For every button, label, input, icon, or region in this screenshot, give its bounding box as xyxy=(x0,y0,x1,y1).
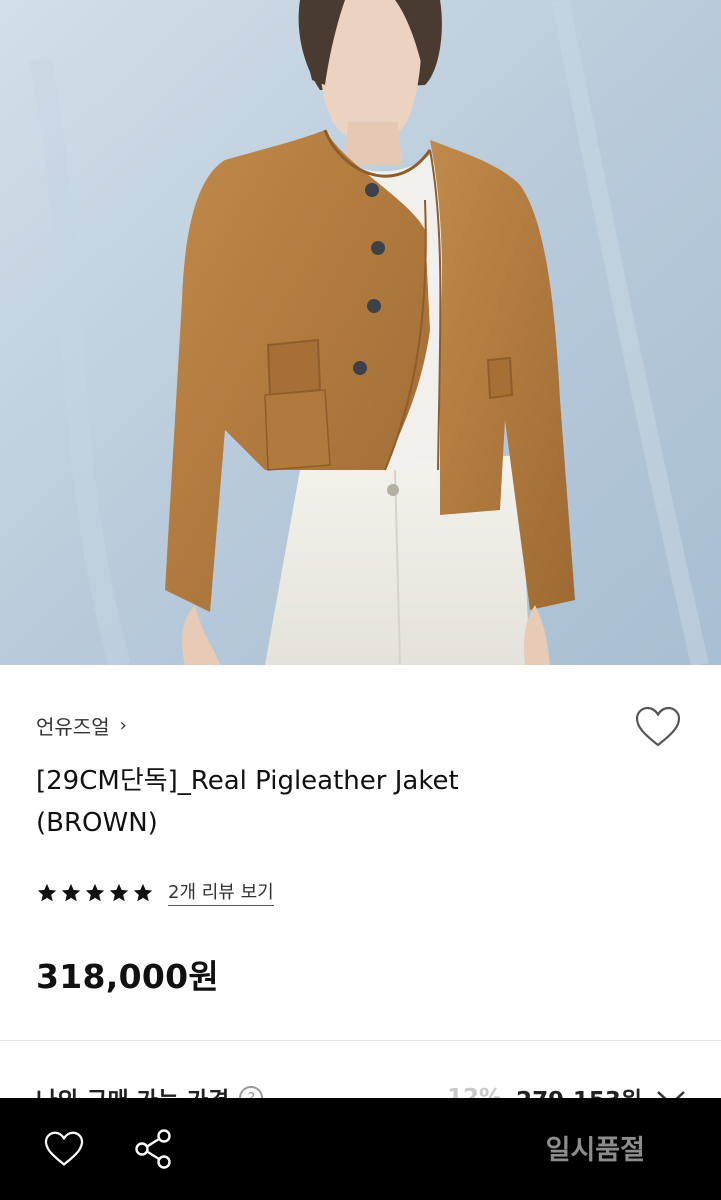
product-title-line-1: [29CM단독]_Real Pigleather Jaket xyxy=(36,766,459,796)
share-button[interactable] xyxy=(129,1126,177,1172)
product-price: 318,000원 xyxy=(36,957,220,996)
product-photo-illustration xyxy=(0,0,721,665)
wishlist-button[interactable] xyxy=(633,704,683,750)
bottom-wishlist-button[interactable] xyxy=(40,1126,88,1172)
star-icon xyxy=(37,883,57,902)
rating-row: 2개 리뷰 보기 xyxy=(36,876,274,910)
heart-outline-icon xyxy=(44,1131,84,1166)
brand-name: 언유즈얼 xyxy=(36,714,110,739)
heart-outline-icon xyxy=(635,706,681,747)
review-link[interactable]: 2개 리뷰 보기 xyxy=(168,881,274,906)
product-title: [29CM단독]_Real Pigleather Jaket (BROWN) xyxy=(36,760,636,844)
rating-stars xyxy=(36,882,154,904)
product-title-line-2: (BROWN) xyxy=(36,808,158,838)
star-icon xyxy=(133,883,153,902)
brand-link[interactable]: 언유즈얼 › xyxy=(36,708,127,742)
chevron-right-icon: › xyxy=(119,714,127,736)
star-icon xyxy=(109,883,129,902)
bottom-action-bar: 일시품절 xyxy=(0,1098,721,1200)
share-icon xyxy=(135,1129,171,1169)
product-detail-page: 언유즈얼 › [29CM단독]_Real Pigleather Jaket (B… xyxy=(0,0,721,1200)
star-icon xyxy=(85,883,105,902)
divider xyxy=(0,1040,721,1041)
star-icon xyxy=(61,883,81,902)
product-photo[interactable] xyxy=(0,0,721,665)
soldout-button[interactable]: 일시품절 xyxy=(546,1128,645,1167)
